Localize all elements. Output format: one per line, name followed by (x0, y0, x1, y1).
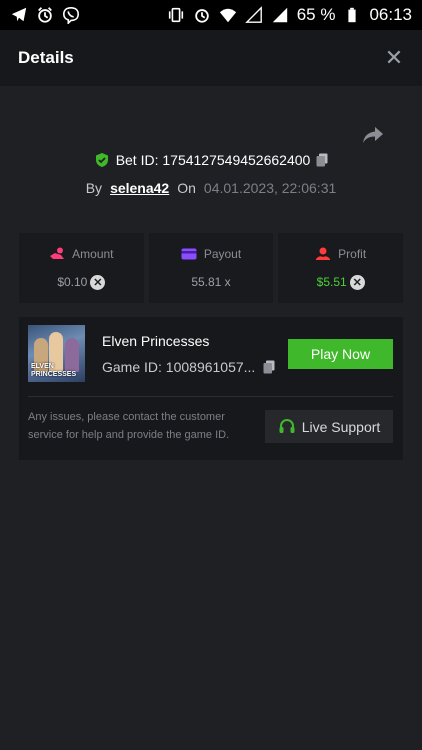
amount-icon (50, 247, 65, 259)
stat-profit-value: $5.51 ✕ (316, 274, 365, 290)
stat-amount-label: Amount (72, 246, 114, 261)
status-right: 65 % 06:13 (167, 5, 412, 25)
alarm-icon (38, 7, 52, 23)
payout-card-icon (181, 248, 197, 260)
shield-check-icon (95, 153, 108, 167)
signal-icon (272, 7, 287, 23)
clock: 06:13 (369, 5, 412, 24)
live-support-label: Live Support (301, 418, 381, 435)
username-link[interactable]: selena42 (110, 180, 169, 196)
battery-icon (348, 7, 357, 23)
stat-amount-head: Amount (49, 246, 114, 261)
close-icon[interactable]: ✕ (384, 45, 404, 70)
wifi-icon (219, 8, 236, 23)
game-thumbnail-title: ELVEN PRINCESSES (31, 363, 77, 378)
stat-amount: Amount $0.10 ✕ (19, 233, 144, 303)
alarm-icon (194, 9, 209, 23)
status-left (10, 6, 80, 24)
details-header: Details ✕ (0, 30, 422, 86)
viber-icon (62, 6, 80, 24)
copy-icon[interactable] (263, 360, 275, 374)
profit-icon (316, 247, 331, 260)
stat-profit: Profit $5.51 ✕ (278, 233, 404, 303)
profit-value: $5.51 (316, 275, 347, 289)
amount-value: $0.10 (57, 275, 88, 289)
bet-meta-row: By selena42 On 04.01.2023, 22:06:31 (0, 180, 422, 196)
copy-icon[interactable] (316, 153, 328, 167)
vibrate-icon (168, 7, 183, 23)
issues-text: Any issues, please contact the customer … (28, 411, 230, 441)
page-title: Details (18, 48, 74, 67)
bet-id-row: Bet ID: 1754127549452662400 (0, 152, 422, 168)
stat-amount-value: $0.10 ✕ (57, 274, 106, 290)
battery-percent: 65 % (296, 5, 336, 24)
stat-profit-head: Profit (315, 247, 366, 261)
game-id-row: Game ID: 1008961057... (102, 359, 275, 375)
bet-id: Bet ID: 1754127549452662400 (115, 152, 311, 168)
stat-payout: Payout 55.81 x (148, 233, 274, 303)
currency-x-icon: ✕ (90, 274, 106, 290)
bet-stats: Amount $0.10 ✕ Payout 55.81 x Profit $5.… (19, 233, 404, 303)
game-thumbnail[interactable]: ELVEN PRINCESSES (28, 325, 85, 382)
live-support-button[interactable]: Live Support (265, 410, 393, 443)
share-icon[interactable] (362, 126, 384, 144)
stat-payout-value: 55.81 x (191, 275, 230, 289)
payout-value: 55.81 x (191, 275, 231, 289)
telegram-icon (11, 7, 27, 22)
game-card: ELVEN PRINCESSES Elven Princesses Game I… (19, 317, 403, 460)
signal-empty-icon (244, 6, 262, 23)
game-id: Game ID: 1008961057... (102, 359, 256, 375)
stat-profit-label: Profit (338, 246, 367, 261)
stat-payout-head: Payout (181, 247, 241, 261)
headset-icon (279, 418, 295, 433)
status-bar: 65 % 06:13 (0, 0, 422, 30)
by-label: By (85, 180, 103, 196)
on-label: On (177, 180, 196, 196)
game-name: Elven Princesses (102, 333, 210, 349)
stat-payout-label: Payout (203, 247, 242, 261)
bet-date: 04.01.2023, 22:06:31 (203, 180, 337, 196)
play-now-button[interactable]: Play Now (288, 339, 393, 369)
divider (28, 396, 393, 397)
currency-x-icon: ✕ (349, 274, 365, 290)
